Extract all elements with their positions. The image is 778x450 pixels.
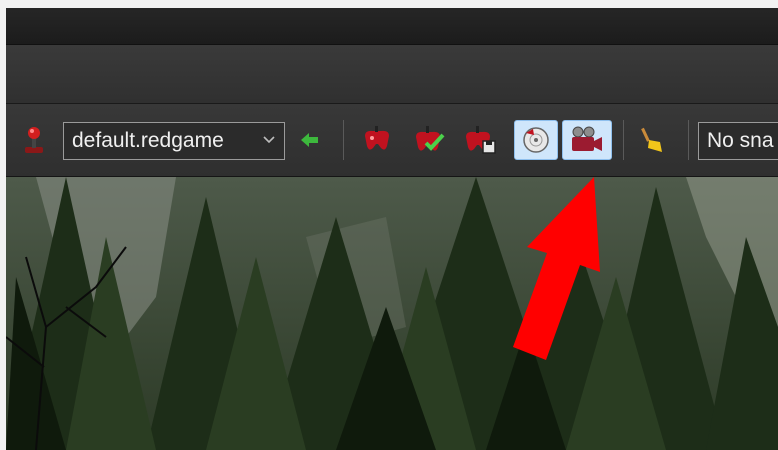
red-gamepad-check-icon[interactable] [411, 122, 447, 158]
red-gamepad-save-icon[interactable] [462, 122, 498, 158]
game-viewport [6, 177, 778, 450]
joystick-icon[interactable] [16, 122, 52, 158]
snapshot-select-value: No sna [707, 129, 774, 152]
toolbar-separator [623, 120, 624, 160]
profile-select[interactable]: default.redgame [63, 122, 285, 160]
app-window: default.redgame No sna [6, 8, 778, 450]
toolbar: default.redgame No sna [6, 104, 778, 177]
title-bar [6, 8, 778, 45]
green-back-arrow-icon[interactable] [292, 122, 328, 158]
menu-bar [6, 45, 778, 104]
broom-icon[interactable] [634, 122, 670, 158]
profile-select-value: default.redgame [72, 129, 224, 152]
disc-icon[interactable] [514, 120, 558, 160]
toolbar-separator [688, 120, 689, 160]
video-camera-icon[interactable] [562, 120, 612, 160]
annotation-arrow [513, 177, 600, 360]
toolbar-separator [343, 120, 344, 160]
chevron-down-icon[interactable] [262, 130, 276, 151]
red-gamepad-icon[interactable] [359, 122, 395, 158]
snapshot-select[interactable]: No sna [698, 122, 778, 160]
